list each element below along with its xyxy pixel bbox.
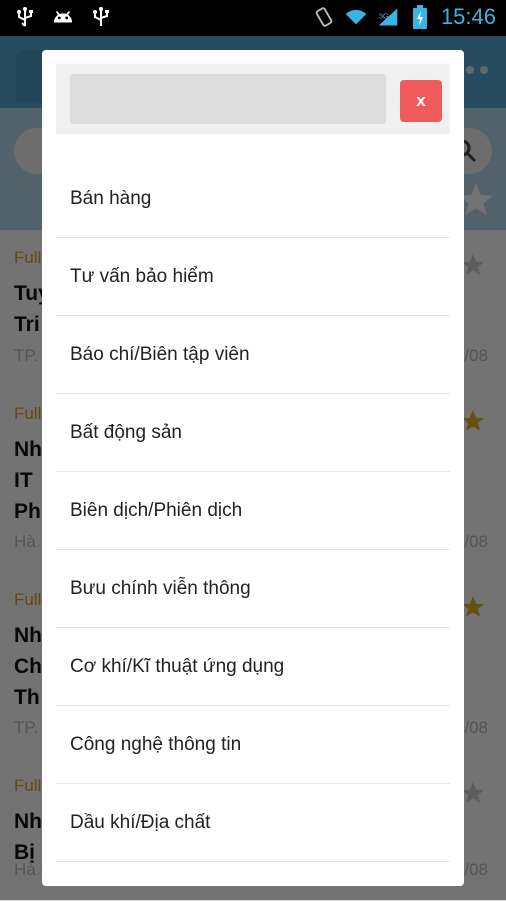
category-dialog: x Bán hàng Tư vấn bảo hiểm Báo chí/Biên tậ… bbox=[42, 50, 464, 886]
category-item[interactable]: Biên dịch/Phiên dịch bbox=[56, 472, 450, 550]
category-item[interactable]: Dầu khí/Địa chất bbox=[56, 784, 450, 862]
dialog-header: x bbox=[56, 64, 450, 134]
category-label: Bất động sản bbox=[70, 421, 182, 443]
category-label: Bưu chính viễn thông bbox=[70, 577, 251, 599]
category-item[interactable]: Bất động sản bbox=[56, 394, 450, 472]
usb-icon bbox=[90, 6, 112, 28]
category-item[interactable]: Báo chí/Biên tập viên bbox=[56, 316, 450, 394]
category-item[interactable]: Cơ khí/Kĩ thuật ứng dụng bbox=[56, 628, 450, 706]
category-item[interactable]: Bán hàng bbox=[56, 160, 450, 238]
category-label: Bán hàng bbox=[70, 187, 152, 209]
android-icon bbox=[52, 6, 74, 28]
usb-icon bbox=[14, 6, 36, 28]
category-search-input[interactable] bbox=[70, 74, 386, 124]
category-label: Công nghệ thông tin bbox=[70, 733, 242, 755]
clock: 15:46 bbox=[440, 4, 496, 29]
close-button[interactable]: x bbox=[400, 80, 442, 122]
category-list: Bán hàng Tư vấn bảo hiểm Báo chí/Biên tập … bbox=[56, 160, 450, 862]
category-item[interactable]: Công nghệ thông tin bbox=[56, 706, 450, 784]
category-label: Biên dịch/Phiên dịch bbox=[70, 499, 243, 521]
category-item[interactable]: Tư vấn bảo hiểm bbox=[56, 238, 450, 316]
svg-text:3G: 3G bbox=[379, 12, 389, 21]
category-label: Cơ khí/Kĩ thuật ứng dụng bbox=[70, 655, 285, 677]
category-label: Dầu khí/Địa chất bbox=[70, 811, 211, 833]
signal-icon: 3G bbox=[377, 6, 399, 28]
vibrate-icon bbox=[313, 6, 335, 28]
status-bar: 3G 15:46 bbox=[0, 0, 506, 36]
category-label: Báo chí/Biên tập viên bbox=[70, 343, 250, 365]
battery-icon bbox=[409, 5, 431, 29]
category-label: Tư vấn bảo hiểm bbox=[70, 265, 214, 287]
category-item[interactable]: Bưu chính viễn thông bbox=[56, 550, 450, 628]
wifi-icon bbox=[345, 6, 367, 28]
